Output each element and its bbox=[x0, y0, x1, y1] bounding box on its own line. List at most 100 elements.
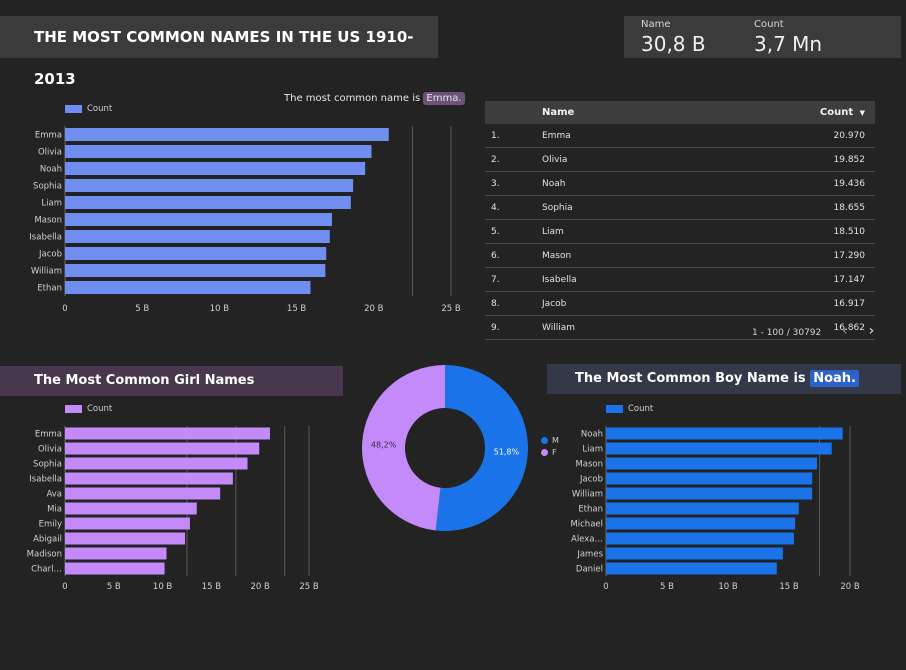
category-label: Olivia bbox=[38, 148, 62, 158]
tick-label: 25 B bbox=[299, 582, 319, 592]
bar[interactable] bbox=[65, 145, 372, 158]
table-row[interactable]: 4. Sophia 18.655 bbox=[485, 195, 875, 220]
row-name: Noah bbox=[541, 171, 673, 196]
row-name: Jacob bbox=[541, 291, 673, 316]
girl-names-bar-chart: Emma Olivia Sophia Isabella Ava Mia Emily Abiga… bbox=[27, 426, 319, 592]
category-label: Isabella bbox=[29, 475, 62, 485]
row-index: 7. bbox=[485, 267, 541, 292]
legend-label: Count bbox=[628, 404, 654, 414]
bar[interactable] bbox=[65, 196, 351, 209]
bar[interactable] bbox=[65, 179, 354, 192]
bar[interactable] bbox=[606, 562, 777, 575]
table-row[interactable]: 3. Noah 19.436 bbox=[485, 171, 875, 196]
row-count: 20.970 bbox=[672, 124, 875, 148]
category-label: Michael bbox=[570, 520, 603, 530]
tick-label: 20 B bbox=[364, 304, 384, 314]
tick-label: 10 B bbox=[718, 582, 738, 592]
category-label: Ava bbox=[46, 490, 62, 500]
table-row[interactable]: 6. Mason 17.290 bbox=[485, 243, 875, 268]
legend-label: Count bbox=[87, 104, 113, 114]
tick-label: 10 B bbox=[153, 582, 173, 592]
row-count: 18.655 bbox=[672, 195, 875, 220]
row-index: 3. bbox=[485, 171, 541, 196]
gender-donut-chart: 51,8% 48,2% bbox=[362, 365, 528, 531]
legend-swatch bbox=[65, 404, 82, 413]
category-label: Noah bbox=[40, 165, 62, 175]
bar[interactable] bbox=[606, 472, 813, 485]
table-row[interactable]: 7. Isabella 17.147 bbox=[485, 267, 875, 292]
bar[interactable] bbox=[606, 457, 818, 470]
table-row[interactable]: 8. Jacob 16.917 bbox=[485, 291, 875, 316]
category-label: Liam bbox=[41, 199, 62, 209]
row-name: William bbox=[541, 315, 673, 340]
kpi-count-label: Count bbox=[754, 19, 784, 30]
category-label: Mason bbox=[575, 460, 603, 470]
table-header-count[interactable]: Count ▼ bbox=[672, 101, 875, 124]
bar[interactable] bbox=[65, 230, 330, 243]
table-row[interactable]: 2. Olivia 19.852 bbox=[485, 147, 875, 172]
next-page-icon[interactable]: › bbox=[869, 323, 875, 339]
category-label: Daniel bbox=[576, 565, 603, 575]
most-common-note: The most common name is Emma. bbox=[284, 92, 465, 105]
bar[interactable] bbox=[65, 281, 311, 294]
category-label: Isabella bbox=[29, 233, 62, 243]
row-count: 16.917 bbox=[672, 291, 875, 316]
bar[interactable] bbox=[606, 442, 832, 455]
slice-value-label: 48,2% bbox=[371, 441, 397, 450]
row-count: 19.436 bbox=[672, 171, 875, 196]
category-label: Emily bbox=[39, 520, 62, 530]
table-header-count-label: Count bbox=[819, 107, 854, 118]
row-index: 1. bbox=[485, 124, 541, 148]
boy-names-legend: Count bbox=[606, 404, 653, 414]
bar[interactable] bbox=[65, 517, 190, 530]
note-prefix: The most common name is bbox=[284, 93, 424, 104]
bar[interactable] bbox=[606, 427, 843, 440]
tick-label: 10 B bbox=[210, 304, 230, 314]
bar[interactable] bbox=[65, 213, 332, 226]
table-header-row: Name Count ▼ bbox=[485, 101, 875, 124]
table-row[interactable]: 1. Emma 20.970 bbox=[485, 124, 875, 148]
bar[interactable] bbox=[606, 502, 799, 515]
row-count: 18.510 bbox=[672, 219, 875, 244]
names-table-grid: Name Count ▼ 1. Emma 20.970 2. Olivia 19.852 3… bbox=[485, 101, 875, 340]
category-label: William bbox=[572, 490, 603, 500]
bar[interactable] bbox=[65, 442, 260, 455]
bar[interactable] bbox=[65, 532, 186, 545]
row-count: 17.290 bbox=[672, 243, 875, 268]
legend-swatch bbox=[65, 104, 82, 113]
category-label: Ethan bbox=[37, 284, 62, 294]
bar[interactable] bbox=[606, 517, 796, 530]
boy-title-prefix: The Most Common Boy Name is bbox=[575, 371, 811, 386]
row-index: 4. bbox=[485, 195, 541, 220]
bar[interactable] bbox=[65, 562, 165, 575]
sort-desc-icon[interactable]: ▼ bbox=[860, 109, 865, 117]
category-label: Charl… bbox=[31, 565, 62, 575]
pagination: 1 - 100 / 30792 ‹ › bbox=[752, 323, 874, 339]
boy-title-highlight: Noah. bbox=[810, 370, 859, 387]
bar[interactable] bbox=[65, 472, 233, 485]
category-label: Mason bbox=[34, 216, 62, 226]
prev-page-icon[interactable]: ‹ bbox=[842, 323, 848, 339]
bar[interactable] bbox=[65, 487, 221, 500]
note-name-highlight: Emma. bbox=[423, 92, 465, 105]
table-row[interactable]: 5. Liam 18.510 bbox=[485, 219, 875, 244]
tick-label: 15 B bbox=[287, 304, 307, 314]
bar[interactable] bbox=[65, 457, 248, 470]
bar[interactable] bbox=[606, 487, 813, 500]
bar[interactable] bbox=[65, 547, 167, 560]
dashboard-title: THE MOST COMMON NAMES IN THE US 1910-201… bbox=[0, 16, 438, 88]
tick-label: 5 B bbox=[660, 582, 674, 592]
bar[interactable] bbox=[65, 247, 327, 260]
bar[interactable] bbox=[606, 532, 794, 545]
tick-label: 5 B bbox=[107, 582, 121, 592]
bar[interactable] bbox=[65, 264, 326, 277]
row-index: 2. bbox=[485, 147, 541, 172]
bar[interactable] bbox=[65, 162, 366, 175]
table-header-index bbox=[485, 101, 541, 124]
kpi-name-label: Name bbox=[641, 19, 671, 30]
bar[interactable] bbox=[606, 547, 783, 560]
table-header-name[interactable]: Name bbox=[541, 101, 673, 124]
bar[interactable] bbox=[65, 427, 270, 440]
bar[interactable] bbox=[65, 502, 197, 515]
bar[interactable] bbox=[65, 128, 389, 141]
